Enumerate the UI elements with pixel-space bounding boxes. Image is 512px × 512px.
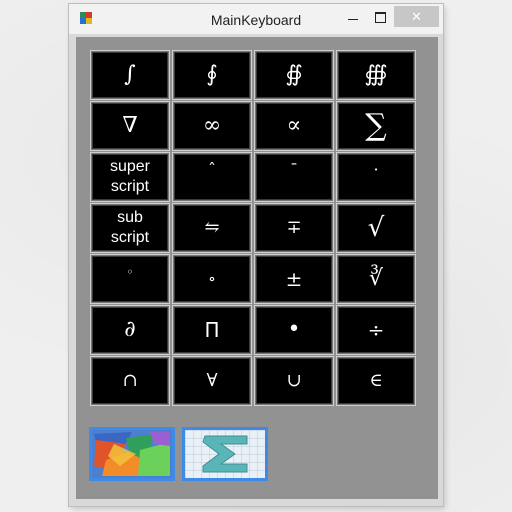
key-label: ∇ — [122, 113, 138, 138]
key-label: ∂ — [124, 317, 136, 342]
key-element-of[interactable]: ∈ — [337, 357, 415, 405]
key-superscript[interactable]: super script — [91, 153, 169, 201]
shapes-keyboard-button[interactable] — [89, 427, 175, 481]
key-label: ∓ — [286, 217, 302, 238]
key-label: ± — [285, 267, 303, 291]
key-dot-accent[interactable]: · — [337, 153, 415, 201]
key-label: ∘ — [208, 269, 216, 288]
sigma-icon — [185, 430, 265, 478]
key-plus-minus[interactable]: ± — [255, 255, 333, 303]
key-divide[interactable]: ÷ — [337, 306, 415, 354]
key-label: ∝ — [286, 113, 302, 138]
maximize-icon — [375, 12, 386, 23]
key-surface-integral[interactable]: ∯ — [255, 51, 333, 99]
key-label: • — [287, 317, 301, 342]
maximize-button[interactable] — [365, 6, 395, 27]
key-equilibrium[interactable]: ⇋ — [173, 204, 251, 252]
key-union[interactable]: ∪ — [255, 357, 333, 405]
minimize-icon — [348, 19, 358, 20]
key-label: ¯ — [290, 160, 298, 179]
key-label: ∫ — [124, 62, 136, 87]
key-for-all[interactable]: ∀ — [173, 357, 251, 405]
key-intersection[interactable]: ∩ — [91, 357, 169, 405]
key-label: √ — [367, 213, 385, 243]
title-bar[interactable]: MainKeyboard ✕ — [69, 4, 443, 34]
key-bullet[interactable]: • — [255, 306, 333, 354]
key-square-root[interactable]: √ — [337, 204, 415, 252]
key-label: ∛ — [368, 266, 384, 291]
key-label: ÷ — [367, 318, 385, 342]
key-label: ⇋ — [204, 217, 220, 238]
key-nabla[interactable]: ∇ — [91, 102, 169, 150]
key-integral[interactable]: ∫ — [91, 51, 169, 99]
key-summation[interactable]: ∑ — [337, 102, 415, 150]
sigma-keyboard-button[interactable] — [182, 427, 268, 481]
key-contour-integral[interactable]: ∮ — [173, 51, 251, 99]
key-minus-plus[interactable]: ∓ — [255, 204, 333, 252]
shapes-icon — [92, 430, 172, 478]
keyboard-panel: ∫ ∮ ∯ ∰ ∇ ∞ ∝ ∑ super script ˆ ¯ · sub s… — [76, 37, 438, 499]
key-label: ∮ — [206, 62, 218, 87]
key-label: ∑ — [365, 108, 387, 143]
key-proportional[interactable]: ∝ — [255, 102, 333, 150]
key-label: Π — [204, 318, 220, 342]
key-degree[interactable]: ◦ — [91, 255, 169, 303]
key-label: super script — [109, 158, 151, 195]
key-product[interactable]: Π — [173, 306, 251, 354]
key-ring-operator[interactable]: ∘ — [173, 255, 251, 303]
key-label: ∪ — [286, 370, 302, 391]
key-overbar[interactable]: ¯ — [255, 153, 333, 201]
key-label: ∰ — [364, 62, 388, 87]
key-label: sub script — [110, 209, 150, 246]
key-partial-derivative[interactable]: ∂ — [91, 306, 169, 354]
key-label: ◦ — [126, 265, 134, 279]
key-subscript[interactable]: sub script — [91, 204, 169, 252]
key-label: ˆ — [208, 160, 216, 179]
key-label: ∀ — [206, 370, 218, 391]
key-label: ∞ — [202, 113, 222, 138]
main-keyboard-window: MainKeyboard ✕ ∫ ∮ ∯ ∰ ∇ ∞ ∝ ∑ super scr… — [69, 4, 443, 506]
key-volume-integral[interactable]: ∰ — [337, 51, 415, 99]
key-infinity[interactable]: ∞ — [173, 102, 251, 150]
close-button[interactable]: ✕ — [394, 6, 439, 27]
key-hat-accent[interactable]: ˆ — [173, 153, 251, 201]
key-cube-root[interactable]: ∛ — [337, 255, 415, 303]
key-label: · — [373, 160, 379, 179]
key-label: ∩ — [122, 370, 138, 391]
close-icon: ✕ — [411, 9, 422, 24]
key-label: ∯ — [285, 62, 303, 87]
key-label: ∈ — [369, 370, 383, 391]
